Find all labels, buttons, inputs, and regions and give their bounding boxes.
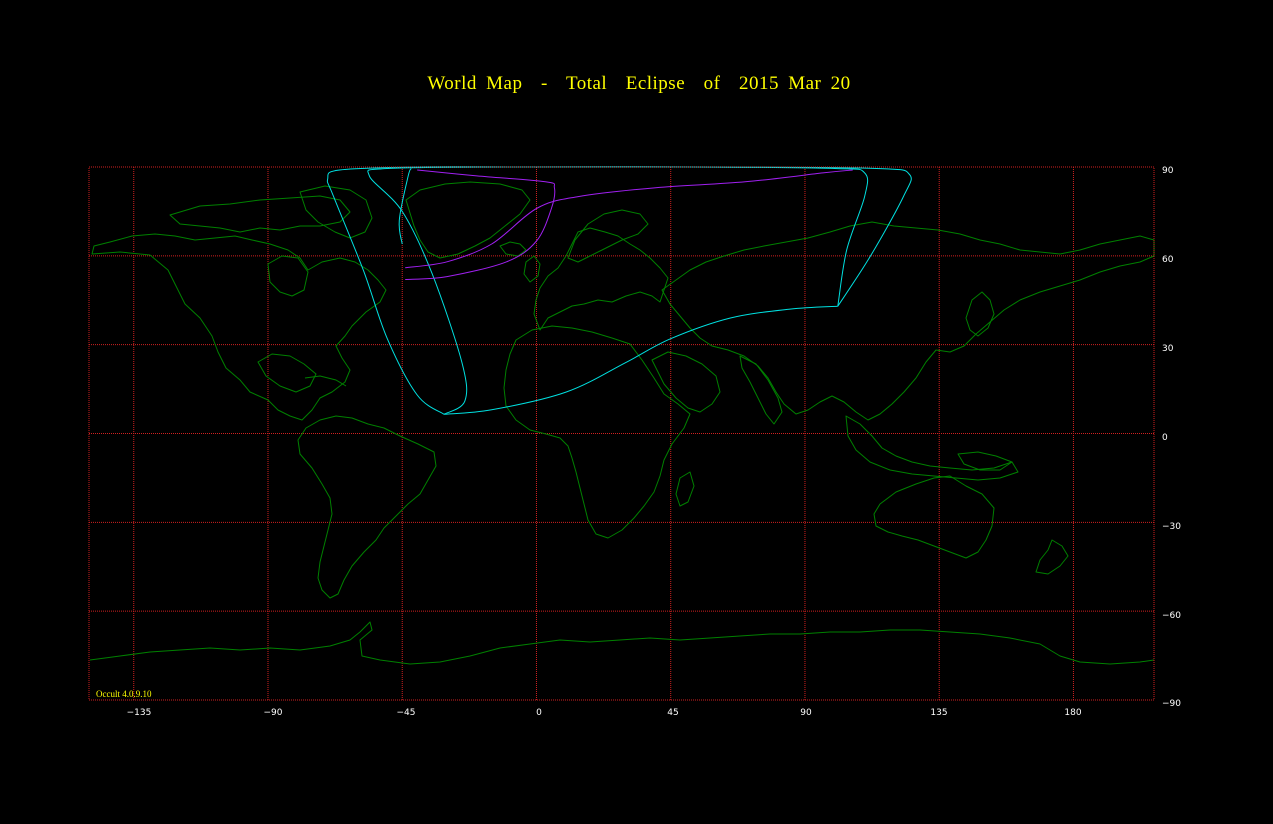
version-label: Occult 4.0.9.10 <box>96 689 152 699</box>
map-title: World Map - Total Eclipse of 2015 Mar 20 <box>427 73 850 94</box>
lat-tick-label: −60 <box>1162 611 1181 621</box>
lon-tick-label: 45 <box>667 708 678 718</box>
lon-tick-label: 90 <box>800 708 812 718</box>
lon-tick-label: 135 <box>930 708 947 718</box>
lat-tick-label: 0 <box>1162 433 1168 443</box>
lat-tick-label: 90 <box>1162 166 1174 176</box>
lon-tick-label: −45 <box>397 708 416 718</box>
lat-tick-label: 60 <box>1162 255 1174 265</box>
lon-tick-label: 0 <box>536 708 542 718</box>
lon-tick-label: 180 <box>1064 708 1081 718</box>
eclipse-world-map: World Map - Total Eclipse of 2015 Mar 20 <box>0 0 1273 824</box>
lat-tick-label: −90 <box>1162 699 1181 709</box>
lat-tick-label: 30 <box>1162 344 1174 354</box>
map-background <box>0 0 1273 824</box>
lat-tick-label: −30 <box>1162 522 1181 532</box>
lon-tick-label: −90 <box>264 708 283 718</box>
lon-tick-label: −135 <box>127 708 152 718</box>
